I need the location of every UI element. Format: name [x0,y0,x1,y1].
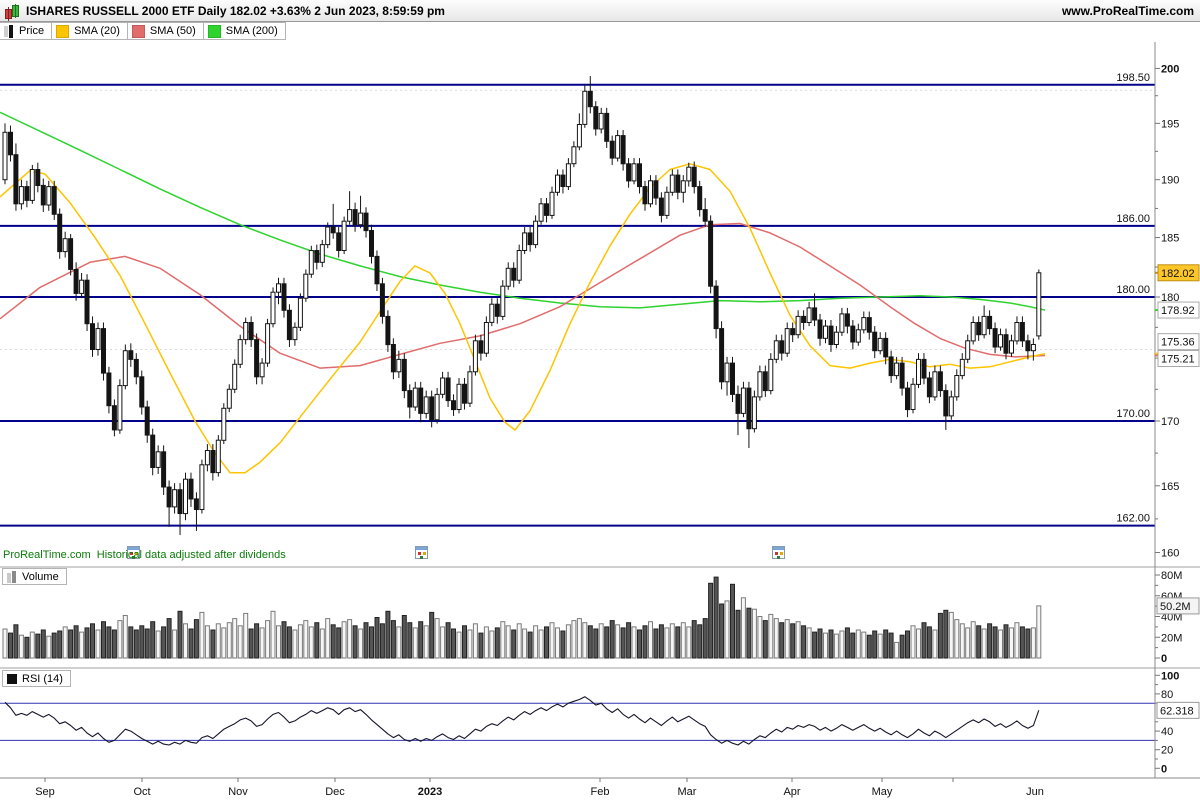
month-label: Dec [325,786,345,798]
rsi-marker-label: 62.318 [1160,705,1194,717]
volume-tick-label: 20M [1161,632,1182,644]
rsi-panel-label: RSI (14) [22,672,63,685]
level-label: 170.00 [1116,408,1150,420]
rsi-swatch-icon [7,673,17,684]
chart-title: ISHARES RUSSELL 2000 ETF Daily 182.02 +3… [26,3,445,18]
footnote-brand: ProRealTime.com [3,549,91,561]
data-adjustment-note: ProRealTime.com Historical data adjusted… [3,549,286,561]
sma200-swatch-icon [207,24,221,38]
sma200-line[interactable] [0,111,1046,311]
dividend-calendar-icon[interactable] [772,546,785,559]
legend-sma50-label: SMA (50) [149,25,196,37]
legend-sma20-button[interactable]: SMA (20) [51,22,128,40]
sma-curves[interactable] [0,111,1046,474]
rsi-tick-label: 80 [1161,689,1173,701]
price-tick-label: 170 [1161,416,1179,428]
sma200-price-label: 178.92 [1161,305,1195,317]
price-candle-icon [4,24,14,38]
month-label: Jun [1026,786,1044,798]
rsi-axis[interactable]: 100 80 40 20 0 62.318 [1155,670,1200,775]
volume-marker-label: 50.2M [1160,601,1191,613]
sma50-swatch-icon [131,24,145,38]
price-tick-label: 200 [1161,63,1179,75]
legend-price-button[interactable]: Price [0,22,53,40]
legend-sma200-button[interactable]: SMA (200) [202,22,286,40]
candlesticks[interactable] [2,76,1042,535]
panel-frame [0,42,1200,779]
volume-tick-label: 80M [1161,570,1182,582]
legend-sma200-label: SMA (200) [225,25,278,37]
price-tick-label: 160 [1161,548,1179,560]
rsi-tick-label: 0 [1161,763,1167,775]
month-label: May [872,786,893,798]
price-tick-label: 185 [1161,233,1179,245]
price-tick-label: 165 [1161,481,1179,493]
volume-tick-label: 0 [1161,653,1167,665]
legend-sma50-button[interactable]: SMA (50) [126,22,204,40]
rsi-panel-button[interactable]: RSI (14) [2,670,71,687]
sma50-price-label: 175.21 [1161,354,1195,366]
rsi-guides [0,702,1155,741]
sma20-line[interactable] [0,163,1046,474]
rsi-tick-label: 20 [1161,745,1173,757]
rsi-tick-label: 40 [1161,726,1173,738]
legend-row: Price SMA (20) SMA (50) SMA (200) [0,22,1200,42]
level-label: 186.00 [1116,213,1150,225]
time-axis[interactable]: Sep Oct Nov Dec 2023 Feb Mar Apr May Jun [35,778,1044,798]
candlestick-logo-icon [4,3,20,21]
month-label: Oct [133,786,150,798]
month-label: 2023 [418,786,442,798]
volume-bars[interactable] [2,576,1042,659]
month-label: Nov [228,786,248,798]
sma20-swatch-icon [56,24,70,38]
prorealtime-chart-window: { "title_bar": { "title": "ISHARES RUSSE… [0,0,1200,800]
level-label: 198.50 [1116,72,1150,84]
sma20-price-label: 175.36 [1161,337,1195,349]
volume-axis[interactable]: 80M60M40M20M050.2M [1155,570,1200,665]
rsi-tick-label: 100 [1161,670,1179,682]
month-label: Mar [678,786,697,798]
title-bar: ISHARES RUSSELL 2000 ETF Daily 182.02 +3… [0,0,1200,22]
footnote-text: Historical data adjusted after dividends [96,549,286,561]
legend-sma20-label: SMA (20) [74,25,120,37]
month-label: Apr [783,786,800,798]
price-tick-label: 190 [1161,175,1179,187]
month-label: Feb [591,786,610,798]
site-link[interactable]: www.ProRealTime.com [1062,4,1194,18]
legend-price-label: Price [19,25,45,37]
volume-panel-label: Volume [22,570,59,583]
chart-plot-area[interactable]: 198.50186.00180.00170.00162.002001951901… [0,42,1200,800]
volume-panel-button[interactable]: Volume [2,568,67,585]
price-axis-markers: 182.02 178.92 175.36 175.21 [1155,264,1200,368]
volume-bars-icon [7,570,17,583]
rsi-line[interactable] [4,696,1040,746]
price-tick-label: 195 [1161,118,1179,130]
last-price-label: 182.02 [1161,268,1195,280]
level-label: 180.00 [1116,284,1150,296]
dividend-calendar-icon[interactable] [415,546,428,559]
month-label: Sep [35,786,55,798]
level-label: 162.00 [1116,513,1150,525]
